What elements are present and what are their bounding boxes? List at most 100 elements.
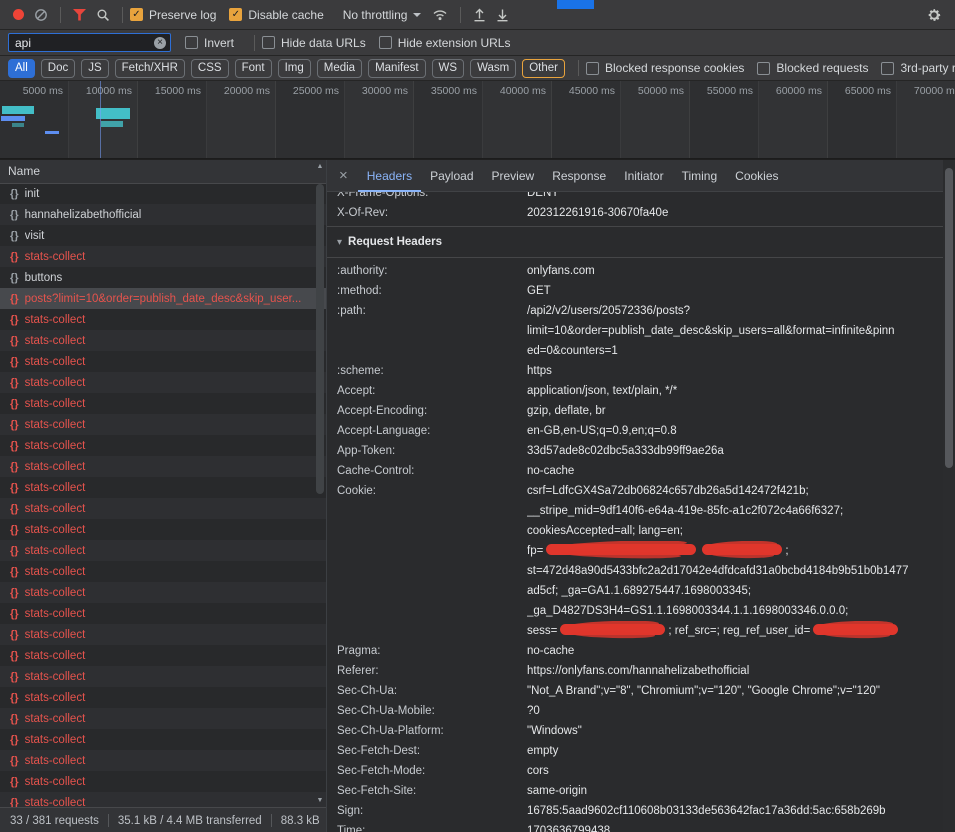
request-row-stats-collect[interactable]: {}stats-collect (0, 729, 326, 750)
scrollbar-thumb[interactable] (945, 168, 953, 468)
header-row: Referer:https://onlyfans.com/hannaheliza… (337, 661, 943, 681)
tab-payload[interactable]: Payload (421, 160, 482, 192)
type-chip-font[interactable]: Font (235, 59, 272, 78)
tab-headers[interactable]: Headers (358, 160, 421, 192)
separator (271, 814, 272, 827)
request-row-stats-collect[interactable]: {}stats-collect (0, 750, 326, 771)
tab-response[interactable]: Response (543, 160, 615, 192)
json-file-icon: {} (10, 230, 19, 242)
header-name: :scheme: (337, 361, 527, 381)
scrollbar-thumb[interactable] (316, 184, 324, 494)
close-details-icon[interactable]: × (339, 167, 348, 184)
request-row-stats-collect[interactable]: {}stats-collect (0, 393, 326, 414)
request-row-stats-collect[interactable]: {}stats-collect (0, 435, 326, 456)
header-value: en-GB,en-US;q=0.9,en;q=0.8 (527, 421, 943, 441)
checkbox-3rd-party-requests[interactable]: 3rd-party requests (881, 61, 955, 75)
request-row-stats-collect[interactable]: {}stats-collect (0, 687, 326, 708)
request-row-stats-collect[interactable]: {}stats-collect (0, 666, 326, 687)
header-value: 33d57ade8c02dbc5a333db99ff9ae26a (527, 441, 943, 461)
type-chip-manifest[interactable]: Manifest (368, 59, 425, 78)
request-row-hannahelizabethofficial[interactable]: {}hannahelizabethofficial (0, 204, 326, 225)
request-row-stats-collect[interactable]: {}stats-collect (0, 456, 326, 477)
request-row-stats-collect[interactable]: {}stats-collect (0, 498, 326, 519)
request-row-posts-limit-10-order-publish-date-desc-s[interactable]: {}posts?limit=10&order=publish_date_desc… (0, 288, 326, 309)
checkbox-preserve-log[interactable]: ✓Preserve log (130, 8, 216, 22)
request-row-stats-collect[interactable]: {}stats-collect (0, 792, 326, 807)
json-file-icon: {} (10, 503, 19, 515)
checkbox-invert[interactable]: Invert (185, 36, 234, 50)
timeline-tick: 60000 ms (759, 81, 828, 158)
request-row-stats-collect[interactable]: {}stats-collect (0, 309, 326, 330)
request-name: posts?limit=10&order=publish_date_desc&s… (25, 293, 316, 305)
clear-filter-icon[interactable]: × (154, 37, 166, 49)
request-row-stats-collect[interactable]: {}stats-collect (0, 708, 326, 729)
json-file-icon: {} (10, 188, 19, 200)
request-row-stats-collect[interactable]: {}stats-collect (0, 561, 326, 582)
request-name: stats-collect (25, 356, 100, 368)
request-row-init[interactable]: {}init (0, 183, 326, 204)
tab-timing[interactable]: Timing (673, 160, 727, 192)
request-headers-list: :authority:onlyfans.com:method:GET:path:… (337, 261, 943, 832)
scroll-down-icon[interactable]: ▼ (317, 797, 324, 804)
record-button[interactable] (13, 9, 24, 20)
request-row-stats-collect[interactable]: {}stats-collect (0, 582, 326, 603)
type-chip-wasm[interactable]: Wasm (470, 59, 516, 78)
filter-button[interactable] (73, 9, 86, 21)
type-chip-doc[interactable]: Doc (41, 59, 75, 78)
import-har-button[interactable] (473, 8, 486, 22)
header-name: Accept: (337, 381, 527, 401)
checkbox-blocked-requests[interactable]: Blocked requests (757, 61, 868, 75)
throttling-select[interactable]: No throttling (343, 8, 422, 22)
checkbox-blocked-response-cookies[interactable]: Blocked response cookies (586, 61, 744, 75)
checkbox-hide-data-urls[interactable]: Hide data URLs (262, 36, 366, 50)
export-har-button[interactable] (496, 8, 509, 22)
settings-button[interactable] (926, 7, 942, 23)
timeline-activity (45, 131, 59, 134)
request-row-stats-collect[interactable]: {}stats-collect (0, 372, 326, 393)
type-chip-media[interactable]: Media (317, 59, 362, 78)
request-row-stats-collect[interactable]: {}stats-collect (0, 603, 326, 624)
request-row-stats-collect[interactable]: {}stats-collect (0, 246, 326, 267)
request-row-stats-collect[interactable]: {}stats-collect (0, 414, 326, 435)
checkbox-label: Blocked response cookies (605, 61, 744, 75)
request-list-panel: Name {}init{}hannahelizabethofficial{}vi… (0, 160, 327, 832)
checkbox-label: Blocked requests (776, 61, 868, 75)
name-column-header[interactable]: Name (0, 160, 326, 184)
request-row-stats-collect[interactable]: {}stats-collect (0, 477, 326, 498)
network-conditions-button[interactable] (432, 8, 448, 21)
request-row-stats-collect[interactable]: {}stats-collect (0, 351, 326, 372)
tab-cookies[interactable]: Cookies (726, 160, 787, 192)
request-row-visit[interactable]: {}visit (0, 225, 326, 246)
header-value: https://onlyfans.com/hannahelizabethoffi… (527, 661, 943, 681)
request-row-stats-collect[interactable]: {}stats-collect (0, 624, 326, 645)
type-chip-all[interactable]: All (8, 59, 35, 78)
filter-input[interactable]: api × (8, 33, 171, 52)
header-name: Cookie: (337, 481, 527, 641)
request-row-stats-collect[interactable]: {}stats-collect (0, 540, 326, 561)
tab-initiator[interactable]: Initiator (615, 160, 672, 192)
list-scrollbar[interactable]: ▲ ▼ (314, 160, 326, 807)
search-button[interactable] (96, 8, 110, 22)
details-scrollbar[interactable] (943, 160, 955, 832)
checkbox-disable-cache[interactable]: ✓Disable cache (229, 8, 323, 22)
request-headers-section[interactable]: ▾ Request Headers (337, 230, 943, 254)
type-chip-other[interactable]: Other (522, 59, 565, 78)
checkbox-box-icon: ✓ (130, 8, 143, 21)
request-row-buttons[interactable]: {}buttons (0, 267, 326, 288)
type-chip-ws[interactable]: WS (432, 59, 465, 78)
type-chip-js[interactable]: JS (81, 59, 108, 78)
type-chip-css[interactable]: CSS (191, 59, 229, 78)
tab-preview[interactable]: Preview (483, 160, 544, 192)
scroll-up-icon[interactable]: ▲ (317, 163, 324, 170)
request-row-stats-collect[interactable]: {}stats-collect (0, 519, 326, 540)
scrollbar-track[interactable] (314, 170, 326, 797)
type-chip-img[interactable]: Img (278, 59, 311, 78)
clear-network-log-button[interactable] (34, 8, 48, 22)
checkbox-hide-extension-urls[interactable]: Hide extension URLs (379, 36, 511, 50)
request-name: stats-collect (25, 419, 100, 431)
type-chip-fetch-xhr[interactable]: Fetch/XHR (115, 59, 185, 78)
request-row-stats-collect[interactable]: {}stats-collect (0, 645, 326, 666)
request-row-stats-collect[interactable]: {}stats-collect (0, 330, 326, 351)
request-row-stats-collect[interactable]: {}stats-collect (0, 771, 326, 792)
timeline-overview[interactable]: 5000 ms10000 ms15000 ms20000 ms25000 ms3… (0, 81, 955, 159)
